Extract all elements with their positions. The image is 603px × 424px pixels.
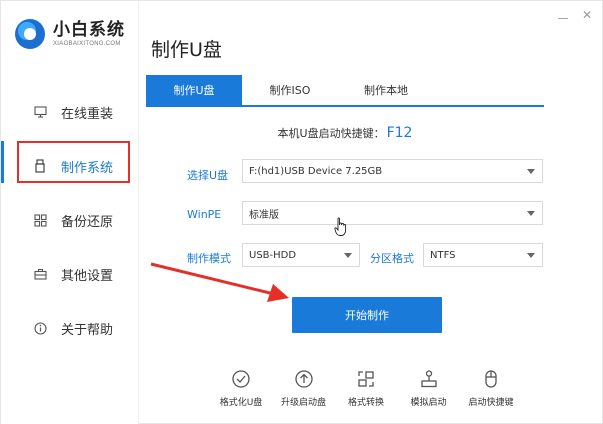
hotkey-label: 本机U盘启动快捷键：	[277, 127, 385, 140]
tool-simulate-boot[interactable]: 模拟启动	[399, 369, 459, 408]
tool-upgrade-bootdisk[interactable]: 升级启动盘	[274, 369, 334, 408]
active-indicator	[1, 141, 4, 183]
sidebar-item-label: 其他设置	[61, 268, 114, 284]
info-icon	[33, 321, 47, 335]
usb-device-select[interactable]: F:(hd1)USB Device 7.25GB	[242, 159, 543, 183]
mouse-icon	[485, 370, 497, 388]
hotkey-key: F12	[386, 125, 413, 141]
minimize-button[interactable]	[557, 17, 568, 19]
usb-select-label: 选择U盘	[187, 169, 229, 182]
check-circle-icon	[232, 370, 250, 388]
chevron-down-icon	[527, 253, 535, 258]
monitor-icon	[33, 105, 47, 119]
upgrade-arrow-icon	[294, 370, 313, 388]
page-title: 制作U盘	[151, 39, 222, 61]
tool-label: 格式化U盘	[219, 398, 263, 408]
start-make-button[interactable]: 开始制作	[292, 297, 442, 333]
sidebar-nav: 在线重装 制作系统 备份还原 其他设置 关于帮助	[1, 85, 139, 355]
filesystem-label: 分区格式	[370, 252, 414, 265]
sidebar-item-other-settings[interactable]: 其他设置	[1, 247, 139, 301]
tool-boot-hotkey[interactable]: 启动快捷键	[461, 369, 521, 408]
tool-format-usb[interactable]: 格式化U盘	[211, 369, 271, 408]
hotkey-info: 本机U盘启动快捷键： F12	[146, 125, 544, 141]
convert-icon	[358, 371, 374, 387]
tool-format-convert[interactable]: 格式转换	[336, 369, 396, 408]
annotation-highlight-box	[17, 141, 130, 183]
sidebar-item-label: 备份还原	[61, 214, 114, 230]
sidebar-item-online-reinstall[interactable]: 在线重装	[1, 85, 139, 139]
filesystem-value: NTFS	[430, 249, 456, 261]
hand-cursor-icon	[334, 217, 347, 236]
sidebar-item-label: 在线重装	[61, 106, 114, 122]
tab-make-usb[interactable]: 制作U盘	[146, 75, 242, 105]
annotation-arrow	[150, 262, 289, 302]
usb-device-value: F:(hd1)USB Device 7.25GB	[249, 165, 383, 177]
sidebar-item-backup-restore[interactable]: 备份还原	[1, 193, 139, 247]
sidebar-item-about-help[interactable]: 关于帮助	[1, 301, 139, 355]
tab-make-iso[interactable]: 制作ISO	[242, 75, 338, 105]
app-name: 小白系统	[53, 20, 125, 40]
tool-label: 格式转换	[347, 398, 384, 408]
tool-label: 升级启动盘	[280, 398, 326, 408]
app-window: ✕ 小白系统 XIAOBAIXITONG.COM 在线重装 制作系统 备份还原 …	[0, 0, 603, 424]
sidebar: 小白系统 XIAOBAIXITONG.COM 在线重装 制作系统 备份还原 其他…	[1, 1, 139, 424]
app-domain: XIAOBAIXITONG.COM	[53, 41, 121, 47]
close-button[interactable]: ✕	[582, 9, 592, 21]
sidebar-item-label: 关于帮助	[61, 322, 114, 338]
winpe-value: 标准版	[249, 209, 279, 221]
window-controls: ✕	[557, 9, 592, 21]
winpe-label: WinPE	[187, 208, 222, 221]
winpe-select[interactable]: 标准版	[242, 201, 543, 225]
chevron-down-icon	[527, 169, 535, 174]
tool-label: 启动快捷键	[468, 398, 514, 408]
chevron-down-icon	[344, 253, 352, 258]
filesystem-select[interactable]: NTFS	[423, 243, 543, 267]
tab-make-local[interactable]: 制作本地	[338, 75, 434, 105]
tab-bar: 制作U盘 制作ISO 制作本地	[146, 75, 544, 107]
app-logo: 小白系统 XIAOBAIXITONG.COM	[15, 19, 125, 49]
chevron-down-icon	[527, 211, 535, 216]
backup-grid-icon	[33, 213, 47, 227]
tool-bar: 格式化U盘 升级启动盘 格式转换 模拟启动 启动快捷键	[211, 369, 521, 408]
tool-label: 模拟启动	[410, 398, 447, 408]
toolbox-icon	[33, 267, 47, 281]
logo-icon	[15, 19, 45, 49]
joystick-icon	[420, 370, 437, 388]
